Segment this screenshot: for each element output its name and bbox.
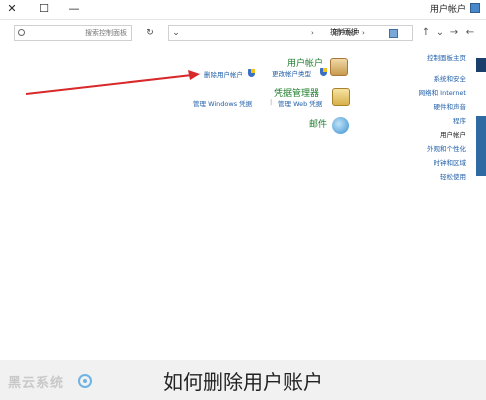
sidebar-item-appearance[interactable]: 外观和个性化 <box>427 143 466 153</box>
background-window-edge <box>476 58 486 72</box>
sidebar-item-programs[interactable]: 程序 <box>453 115 466 125</box>
sidebar-item-hardware-sound[interactable]: 硬件和声音 <box>434 101 467 111</box>
background-window-edge-2 <box>476 116 486 176</box>
annotation-arrow <box>25 70 200 95</box>
arrow-head <box>188 70 200 80</box>
sidebar-item-user-accounts[interactable]: 用户帐户 <box>440 129 466 139</box>
sidebar-item-home[interactable]: 控制面板主页 <box>427 52 466 62</box>
sidebar-item-network[interactable]: 网络和 Internet <box>419 87 466 97</box>
page-caption: 如何删除用户账户 <box>163 370 323 394</box>
sidebar-item-clock-region[interactable]: 时钟和区域 <box>434 157 467 167</box>
sidebar-item-system-security[interactable]: 系统和安全 <box>434 73 467 83</box>
arrow-shaft <box>25 74 193 95</box>
sidebar-item-ease-of-access[interactable]: 轻松使用 <box>440 171 466 181</box>
